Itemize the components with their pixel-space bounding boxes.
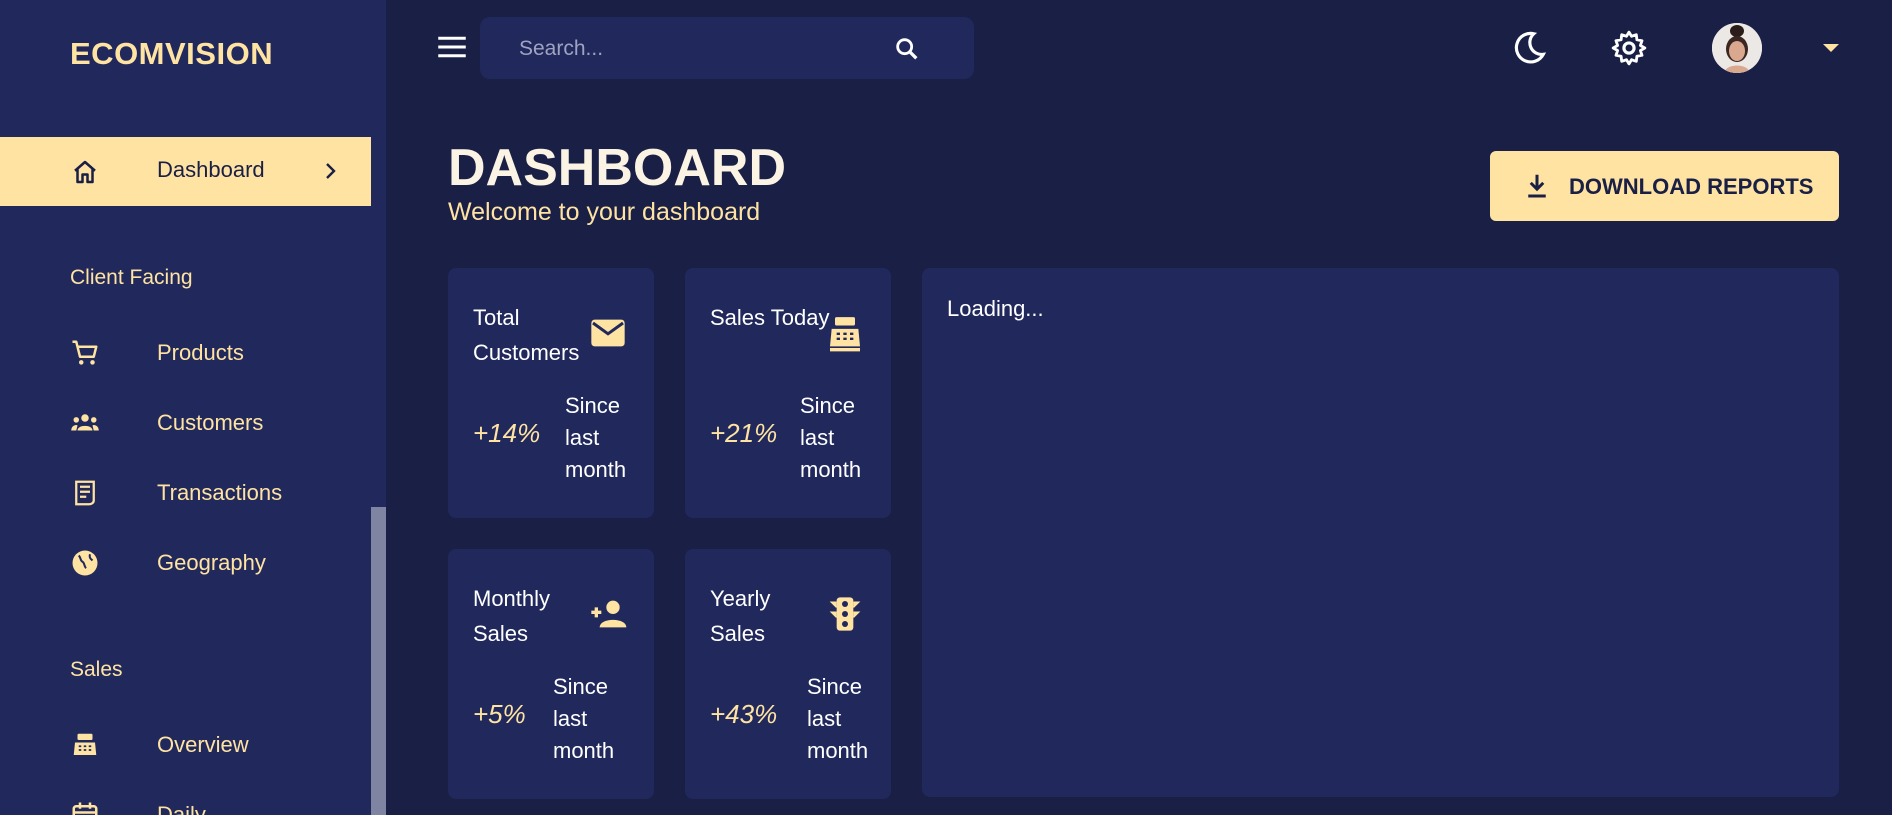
point-of-sale-icon — [73, 733, 97, 755]
sidebar-item-label: Dashboard — [157, 157, 265, 182]
shopping-cart-icon — [72, 340, 98, 365]
stat-card-total-customers: Total Customers +14% Since last month — [448, 268, 654, 518]
calendar-icon — [72, 802, 98, 815]
search-icon[interactable] — [893, 35, 921, 63]
brand-logo[interactable]: ECOMVISION — [70, 36, 273, 72]
dropdown-caret-icon[interactable] — [1820, 40, 1842, 56]
sidebar-section-sales: Sales — [70, 658, 123, 681]
sidebar-item-label: Transactions — [157, 480, 283, 505]
stat-change: +5% — [473, 699, 526, 729]
sidebar-item-products[interactable]: Products — [0, 328, 371, 378]
person-add-icon — [591, 600, 627, 628]
stat-title: Monthly Sales — [473, 586, 551, 646]
sidebar-item-label: Geography — [157, 550, 266, 575]
avatar[interactable] — [1712, 23, 1762, 73]
avatar-image — [1712, 23, 1762, 73]
chevron-right-icon — [326, 163, 336, 179]
sidebar-scrollbar[interactable] — [371, 507, 386, 815]
sidebar-item-label: Overview — [157, 732, 249, 757]
stat-title: Yearly Sales — [710, 586, 771, 646]
sidebar-item-geography[interactable]: Geography — [0, 538, 371, 588]
sidebar-item-label: Products — [157, 340, 244, 365]
stat-since: Since last month — [553, 674, 615, 763]
traffic-icon — [829, 597, 861, 631]
point-of-sale-icon — [830, 317, 860, 352]
sidebar-item-transactions[interactable]: Transactions — [0, 468, 371, 518]
stat-title: Total Customers — [473, 305, 580, 365]
stat-title: Sales Today — [710, 305, 830, 330]
settings-icon[interactable] — [1610, 29, 1648, 67]
groups-icon — [71, 414, 99, 431]
sidebar-item-label: Customers — [157, 410, 264, 435]
stat-since: Since last month — [800, 393, 862, 482]
home-icon — [74, 160, 96, 184]
sidebar-item-label: Daily — [157, 802, 206, 815]
sidebar-item-daily[interactable]: Daily — [0, 790, 371, 815]
sidebar-section-client-facing: Client Facing — [70, 266, 193, 289]
download-reports-button[interactable]: DOWNLOAD REPORTS — [1490, 151, 1839, 221]
stat-since: Since last month — [565, 393, 627, 482]
stat-card-monthly-sales: Monthly Sales +5% Since last month — [448, 549, 654, 799]
receipt-icon — [75, 480, 95, 506]
search-bar — [480, 17, 974, 81]
globe-icon — [72, 550, 98, 576]
download-icon — [1528, 174, 1546, 198]
sidebar-item-dashboard[interactable]: Dashboard — [0, 137, 371, 206]
stat-change: +43% — [710, 699, 778, 729]
loading-text: Loading... — [947, 296, 1044, 321]
download-reports-label: DOWNLOAD REPORTS — [1569, 174, 1814, 199]
sidebar: ECOMVISION Dashboard Client Facing Produ… — [0, 0, 386, 815]
search-input[interactable] — [517, 17, 901, 81]
page-title: DASHBOARD — [448, 139, 786, 197]
stat-change: +21% — [710, 418, 778, 448]
sales-chart-panel: Loading... — [922, 268, 1839, 797]
sidebar-item-customers[interactable]: Customers — [0, 398, 371, 448]
page-subtitle: Welcome to your dashboard — [448, 198, 761, 226]
dark-mode-icon[interactable] — [1510, 29, 1548, 67]
stat-card-sales-today: Sales Today +21% Since last month — [685, 268, 891, 518]
menu-icon[interactable] — [437, 34, 467, 60]
stat-card-yearly-sales: Yearly Sales +43% Since last month — [685, 549, 891, 799]
stat-since: Since last month — [807, 674, 869, 763]
sidebar-item-overview[interactable]: Overview — [0, 720, 371, 770]
stat-change: +14% — [473, 418, 541, 448]
email-icon — [591, 319, 625, 347]
